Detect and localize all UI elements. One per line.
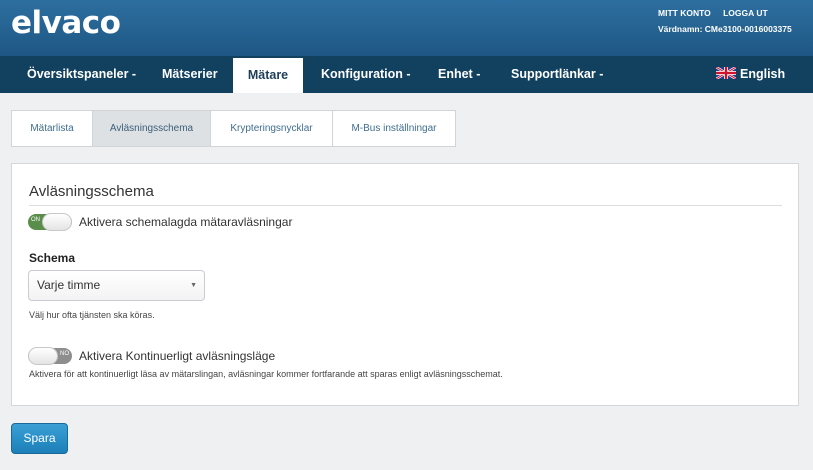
schedule-help-text: Välj hur ofta tjänsten ska köras.: [29, 310, 155, 320]
chevron-down-icon: ▼: [190, 282, 197, 289]
account-links: MITT KONTO LOGGA UT: [658, 8, 778, 18]
nav-configuration[interactable]: Konfiguration -: [321, 56, 411, 93]
sub-tabs: Mätarlista Avläsningsschema Krypteringsn…: [11, 110, 456, 147]
schedule-select[interactable]: Varje timme ▼: [28, 270, 205, 301]
top-header: elvaco MITT KONTO LOGGA UT Värdnamn: CMe…: [0, 0, 813, 56]
nav-device[interactable]: Enhet -: [438, 56, 480, 93]
tab-encryption-keys[interactable]: Krypteringsnycklar: [211, 111, 333, 146]
continuous-mode-toggle[interactable]: NO: [28, 347, 72, 365]
save-button[interactable]: Spara: [11, 423, 68, 454]
main-nav: Översiktspaneler - Mätserier Mätare Konf…: [0, 56, 813, 93]
scheduled-readings-label: Aktivera schemalagda mätaravläsningar: [79, 215, 293, 229]
toggle-knob: [28, 347, 58, 365]
language-label: English: [740, 67, 786, 81]
logout-link[interactable]: LOGGA UT: [723, 8, 768, 18]
continuous-mode-label: Aktivera Kontinuerligt avläsningsläge: [79, 349, 276, 363]
title-divider: [29, 205, 782, 206]
toggle-knob: [42, 213, 72, 231]
toggle-state-text: NO: [60, 351, 69, 357]
panel-title: Avläsningsschema: [29, 183, 154, 200]
nav-meters[interactable]: Mätare: [233, 58, 303, 93]
nav-measurement-series[interactable]: Mätserier: [162, 56, 218, 93]
tab-mbus-settings[interactable]: M-Bus inställningar: [333, 111, 455, 146]
schedule-panel: Avläsningsschema ON Aktivera schemalagda…: [11, 163, 799, 406]
toggle-state-text: ON: [31, 217, 40, 223]
elvaco-logo: elvaco: [11, 5, 121, 41]
scheduled-readings-toggle[interactable]: ON: [28, 213, 72, 231]
tab-reading-schedule[interactable]: Avläsningsschema: [93, 111, 211, 146]
tab-meter-list[interactable]: Mätarlista: [12, 111, 93, 146]
continuous-help-text: Aktivera för att kontinuerligt läsa av m…: [29, 369, 503, 379]
schedule-select-value: Varje timme: [37, 278, 101, 292]
nav-overview-panels[interactable]: Översiktspaneler -: [27, 56, 136, 93]
uk-flag-icon: [716, 67, 736, 79]
schedule-label: Schema: [29, 251, 76, 265]
language-selector[interactable]: English: [716, 56, 785, 93]
hostname-text: Värdnamn: CMe3100-0016003375: [658, 24, 792, 34]
nav-support-links[interactable]: Supportlänkar -: [511, 56, 603, 93]
my-account-link[interactable]: MITT KONTO: [658, 8, 711, 18]
